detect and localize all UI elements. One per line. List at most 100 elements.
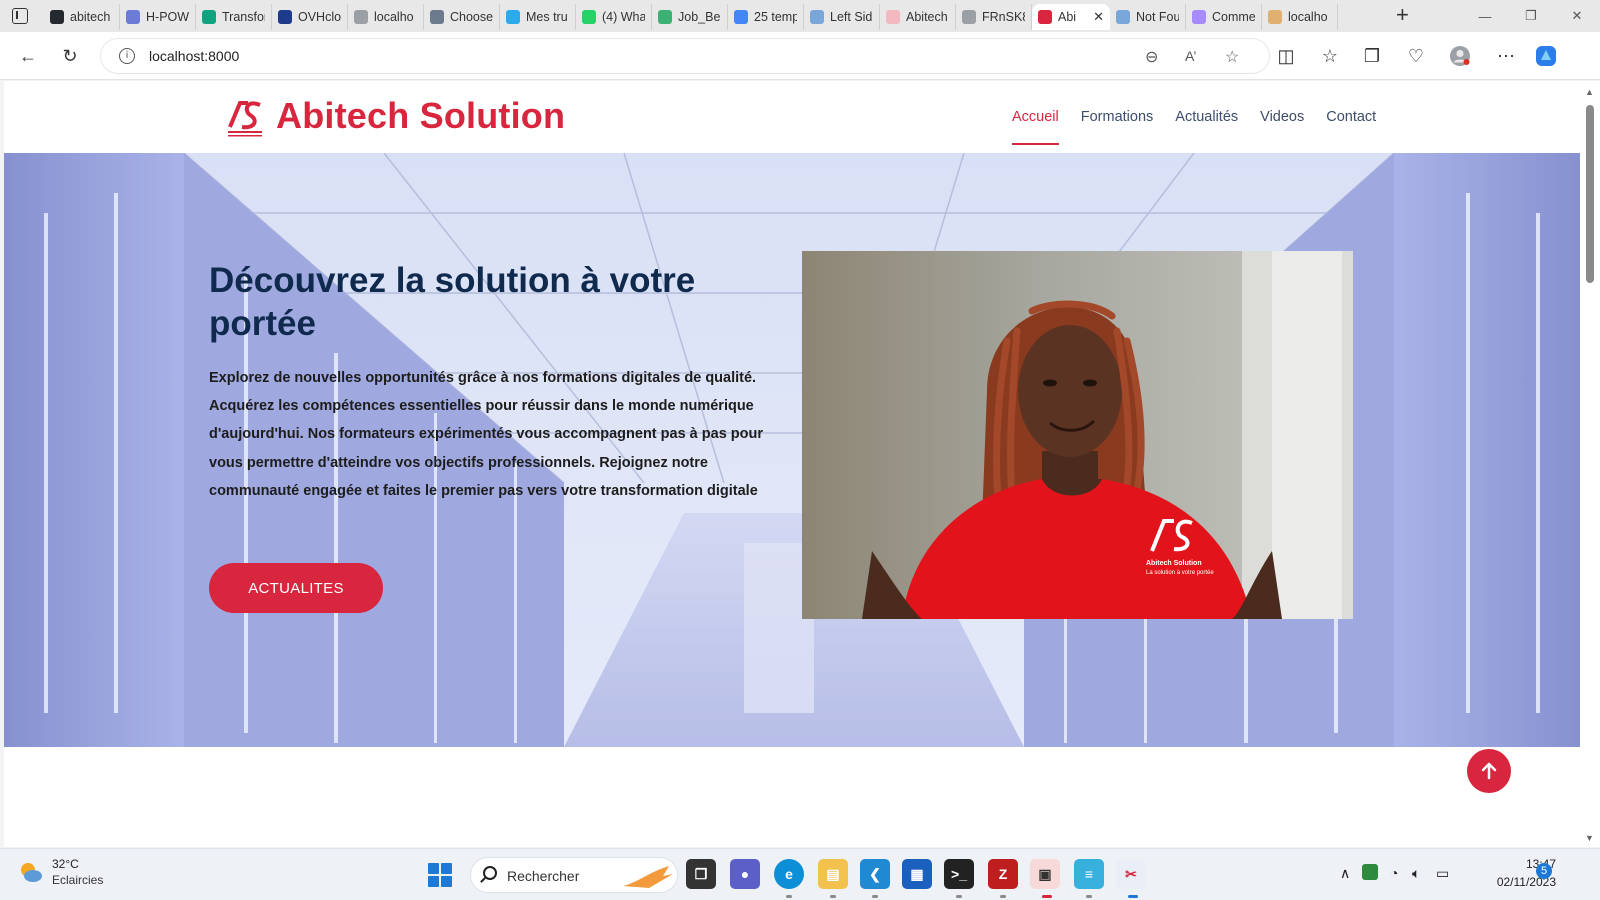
tab-title: abitech — [70, 10, 111, 24]
weather-temperature[interactable]: 32°C — [52, 857, 79, 871]
collections-icon[interactable]: ❐ — [1360, 44, 1384, 68]
split-screen-icon[interactable]: ◫ — [1274, 44, 1298, 68]
brand-name[interactable]: Abitech Solution — [276, 95, 565, 137]
start-button[interactable] — [428, 863, 452, 887]
browser-tab[interactable]: Choose — [424, 4, 500, 30]
browser-tab[interactable]: Transfor — [196, 4, 272, 30]
notepad-icon[interactable]: ≡ — [1074, 859, 1104, 889]
browser-tab[interactable]: OVHclo — [272, 4, 348, 30]
tab-favicon-icon — [1116, 10, 1130, 24]
arrow-up-icon — [1481, 762, 1497, 780]
browser-tab[interactable]: Abi ✕ — [1032, 4, 1110, 30]
nav-item-formations[interactable]: Formations — [1081, 81, 1154, 153]
tab-favicon-icon — [202, 10, 216, 24]
read-aloud-icon[interactable]: A’ — [1185, 48, 1196, 64]
browser-tab[interactable]: Left Sid — [804, 4, 880, 30]
volume-icon[interactable]: 🔈︎ — [1412, 865, 1420, 882]
active-app-indicator — [1042, 895, 1052, 898]
tab-title: 25 temp — [754, 10, 797, 24]
minimize-icon[interactable]: — — [1462, 0, 1508, 32]
nav-item-contact[interactable]: Contact — [1326, 81, 1376, 153]
back-to-top-button[interactable] — [1467, 749, 1511, 793]
wifi-icon[interactable]: ◔ — [1390, 865, 1398, 881]
browser-tab[interactable]: 25 temp — [728, 4, 804, 30]
browser-tab[interactable]: localho — [1262, 4, 1338, 30]
address-bar[interactable]: i localhost:8000 ⊖ A’ ☆ — [100, 38, 1270, 74]
site-info-icon[interactable]: i — [119, 48, 135, 64]
filezilla-icon[interactable]: Z — [988, 859, 1018, 889]
tab-title: Not Fou — [1136, 10, 1179, 24]
tray-chevron-icon[interactable]: ∧ — [1340, 865, 1350, 882]
store-icon[interactable]: ▦ — [902, 859, 932, 889]
scroll-down-icon[interactable]: ▼ — [1585, 833, 1594, 843]
search-icon — [483, 866, 497, 880]
close-tab-icon[interactable]: ✕ — [1093, 9, 1104, 25]
browser-tab[interactable]: Comme — [1186, 4, 1262, 30]
actualites-button[interactable]: ACTUALITES — [209, 563, 383, 613]
weather-sun-cloud-icon[interactable] — [18, 859, 44, 885]
weather-description[interactable]: Eclaircies — [52, 873, 103, 887]
back-icon[interactable]: ← — [16, 44, 40, 68]
terminal-icon[interactable]: >_ — [944, 859, 974, 889]
nav-item-actualites[interactable]: Actualités — [1175, 81, 1238, 153]
page-scrollbar[interactable]: ▲ ▼ — [1580, 81, 1600, 847]
tab-actions-icon[interactable] — [12, 8, 28, 24]
tab-favicon-icon — [50, 10, 64, 24]
favorite-star-icon[interactable]: ☆ — [1225, 47, 1239, 67]
reload-icon[interactable]: ↻ — [58, 44, 82, 68]
vscode-icon[interactable]: ❮ — [860, 859, 890, 889]
browser-tab[interactable]: FRnSK8 — [956, 4, 1032, 30]
tab-title: Abitech — [906, 10, 948, 24]
edge-browser-icon[interactable]: e — [774, 859, 804, 889]
browser-tab[interactable]: (4) Wha — [576, 4, 652, 30]
tray-app-icon[interactable] — [1362, 864, 1378, 880]
more-menu-icon[interactable]: ⋯ — [1494, 44, 1518, 68]
browser-tab[interactable]: localho — [348, 4, 424, 30]
scrollbar-thumb[interactable] — [1586, 105, 1594, 283]
restore-icon[interactable]: ❐ — [1508, 0, 1554, 32]
hero-portrait-photo: Abitech Solution La solution à votre por… — [802, 251, 1353, 619]
site-header: Abitech Solution Accueil Formations Actual… — [4, 81, 1580, 153]
browser-essentials-icon[interactable]: ♡ — [1404, 44, 1428, 68]
profile-avatar[interactable] — [1448, 44, 1472, 68]
tab-title: Comme — [1212, 10, 1255, 24]
tab-favicon-icon — [734, 10, 748, 24]
new-tab-button[interactable]: + — [1396, 4, 1409, 26]
notepad-running-indicator — [1086, 895, 1092, 898]
search-highlight-icon — [623, 866, 673, 888]
shirt-text-1: Abitech Solution — [1146, 560, 1202, 567]
task-view-icon[interactable]: ❐ — [686, 859, 716, 889]
taskbar-search[interactable]: Rechercher — [470, 857, 678, 893]
abitech-logo[interactable] — [226, 97, 264, 139]
explorer-running-indicator — [830, 895, 836, 898]
teams-chat-icon[interactable]: ● — [730, 859, 760, 889]
notification-badge[interactable]: 5 — [1536, 863, 1552, 879]
app-icon-active[interactable]: ▣ — [1030, 859, 1060, 889]
browser-tab[interactable]: abitech — [44, 4, 120, 30]
browser-tab[interactable]: Not Fou — [1110, 4, 1186, 30]
battery-icon[interactable]: ▭ — [1436, 865, 1449, 882]
zoom-icon[interactable]: ⊖ — [1145, 47, 1158, 67]
snipping-running-indicator — [1128, 895, 1138, 898]
hero-title: Découvrez la solution à votre portée — [209, 261, 696, 343]
browser-tab[interactable]: Job_Ber — [652, 4, 728, 30]
browser-tab[interactable]: Abitech — [880, 4, 956, 30]
url-text[interactable]: localhost:8000 — [149, 48, 239, 64]
favorites-icon[interactable]: ☆ — [1318, 44, 1342, 68]
copilot-icon[interactable] — [1534, 44, 1558, 68]
tab-favicon-icon — [506, 10, 520, 24]
browser-tab[interactable]: Mes tru — [500, 4, 576, 30]
browser-tab[interactable]: H-POW — [120, 4, 196, 30]
file-explorer-icon[interactable]: ▤ — [818, 859, 848, 889]
close-window-icon[interactable]: ✕ — [1554, 0, 1600, 32]
nav-item-videos[interactable]: Videos — [1260, 81, 1304, 153]
snipping-tool-icon[interactable]: ✂ — [1116, 859, 1146, 889]
web-page: Abitech Solution Accueil Formations Actual… — [4, 81, 1580, 847]
tab-favicon-icon — [962, 10, 976, 24]
tab-title: (4) Wha — [602, 10, 645, 24]
tab-favicon-icon — [1038, 10, 1052, 24]
tab-title: Mes tru — [526, 10, 568, 24]
scroll-up-icon[interactable]: ▲ — [1585, 87, 1594, 97]
tab-favicon-icon — [430, 10, 444, 24]
nav-item-accueil[interactable]: Accueil — [1012, 81, 1059, 153]
